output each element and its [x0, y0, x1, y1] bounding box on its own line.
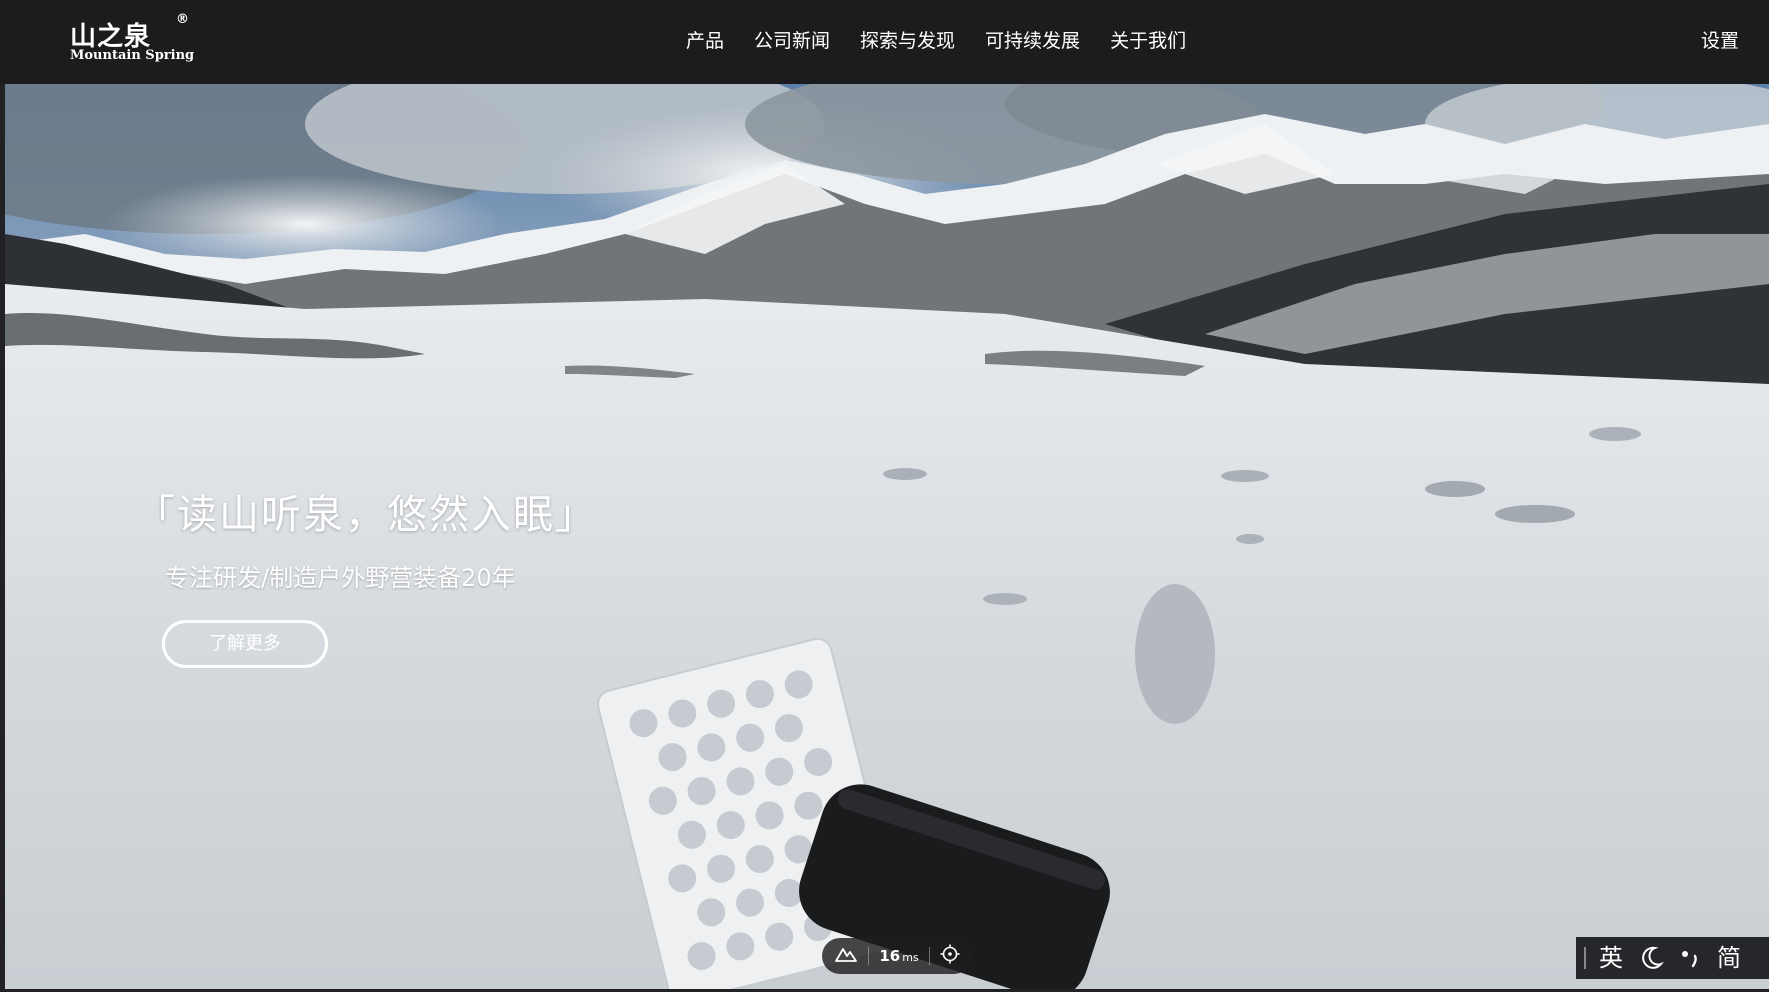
top-navigation-bar: 山之泉 ® Mountain Spring 产品 公司新闻 探索与发现 可持续发… — [0, 0, 1769, 84]
hero-subtitle: 专注研发/制造户外野营装备20年 — [165, 564, 516, 592]
hero-title: 「读山听泉，悠然入眠」 — [135, 492, 597, 538]
punctuation-icon[interactable] — [1677, 944, 1705, 972]
ime-script-toggle[interactable]: 简 — [1717, 937, 1741, 979]
nav-item-company-news[interactable]: 公司新闻 — [754, 26, 830, 56]
crosshair-icon[interactable] — [940, 944, 960, 968]
nav-item-about-us[interactable]: 关于我们 — [1110, 26, 1186, 56]
app-window: 山之泉 ® Mountain Spring 产品 公司新闻 探索与发现 可持续发… — [0, 0, 1769, 992]
ime-toolbar: 英 简 — [1576, 937, 1769, 979]
latency-unit: ms — [902, 951, 919, 964]
learn-more-button[interactable]: 了解更多 — [162, 620, 328, 668]
latency-indicator[interactable]: 16 ms — [822, 938, 972, 974]
brand-logo[interactable]: 山之泉 ® Mountain Spring — [70, 12, 200, 72]
ime-drag-handle[interactable] — [1584, 947, 1587, 969]
separator — [928, 947, 930, 965]
registered-mark: ® — [176, 12, 189, 27]
logo-english-name: Mountain Spring — [70, 48, 195, 63]
latency-value-group: 16 ms — [879, 947, 918, 965]
nav-item-sustainability[interactable]: 可持续发展 — [985, 26, 1080, 56]
moon-icon[interactable] — [1637, 944, 1665, 972]
ime-mode-toggle[interactable]: 英 — [1599, 937, 1623, 979]
main-nav: 产品 公司新闻 探索与发现 可持续发展 关于我们 — [686, 26, 1216, 56]
nav-item-explore-discover[interactable]: 探索与发现 — [860, 26, 955, 56]
latency-value: 16 — [879, 947, 901, 965]
mountain-icon — [834, 945, 858, 967]
nav-item-products[interactable]: 产品 — [686, 26, 724, 56]
settings-link[interactable]: 设置 — [1701, 26, 1739, 56]
separator — [868, 947, 870, 965]
hero-banner: 「读山听泉，悠然入眠」 专注研发/制造户外野营装备20年 了解更多 — [5, 84, 1769, 989]
